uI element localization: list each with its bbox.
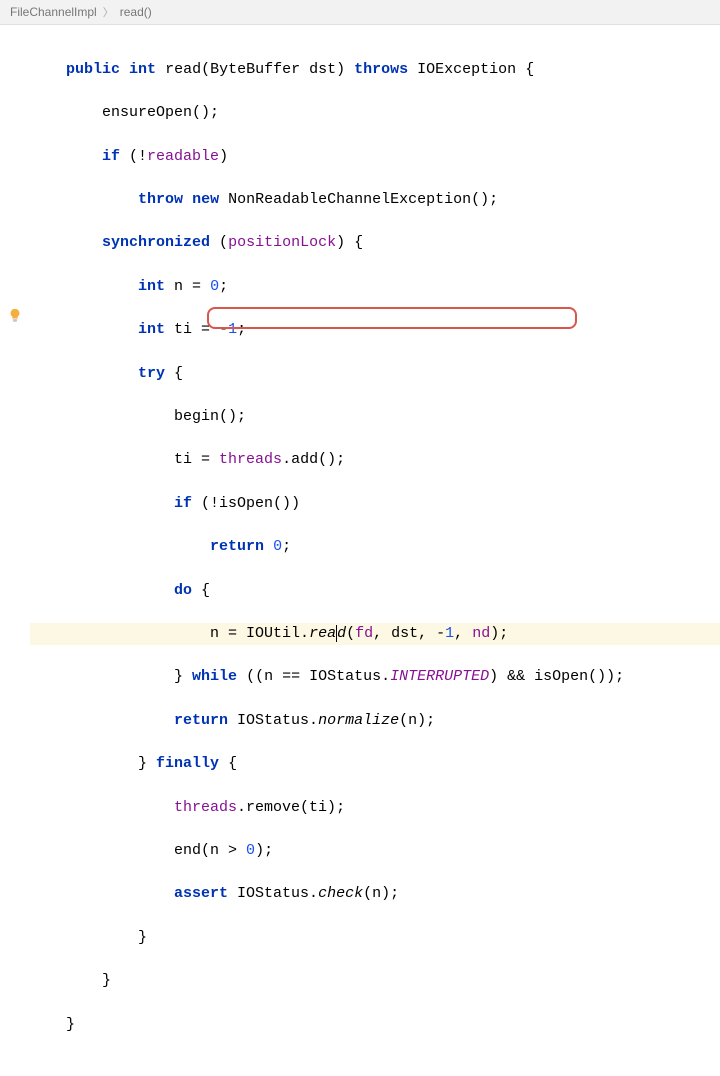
chevron-right-icon: 〉 xyxy=(103,4,114,20)
breadcrumb-method[interactable]: read() xyxy=(120,5,152,19)
breadcrumb-class[interactable]: FileChannelImpl xyxy=(10,5,97,19)
code-editor[interactable]: public int read(ByteBuffer dst) throws I… xyxy=(0,25,720,1076)
code-body[interactable]: public int read(ByteBuffer dst) throws I… xyxy=(30,37,720,1076)
intention-bulb-icon[interactable] xyxy=(8,308,22,322)
gutter xyxy=(0,25,28,1076)
breadcrumb: FileChannelImpl 〉 read() xyxy=(0,0,720,25)
caret xyxy=(336,625,337,642)
current-line[interactable]: n = IOUtil.read(fd, dst, -1, nd); xyxy=(30,623,720,645)
